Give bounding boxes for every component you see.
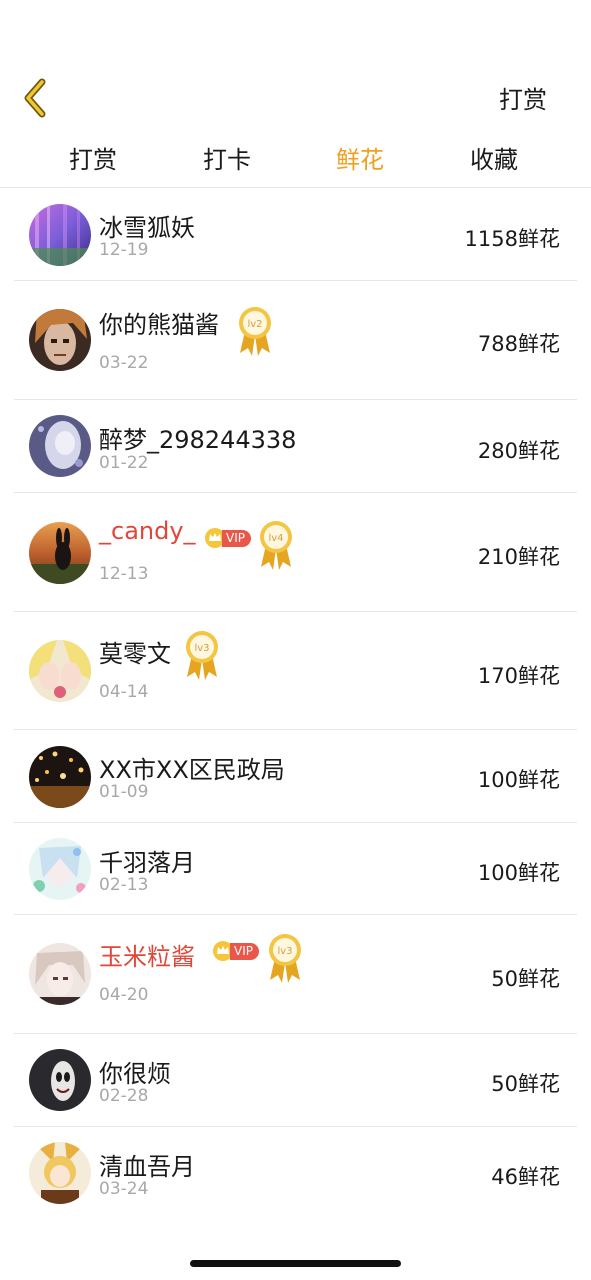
- list-item[interactable]: _candy_ VIP lv4 12-13 210鲜花: [0, 493, 591, 612]
- chevron-left-icon: [24, 78, 46, 118]
- level-medal-icon: lv4: [257, 519, 295, 571]
- flower-amount: 1158鲜花: [464, 227, 560, 251]
- tab-checkin[interactable]: 打卡: [203, 138, 251, 182]
- user-name: 清血吾月: [99, 1153, 195, 1181]
- avatar: [29, 522, 91, 584]
- header: 打赏 打赏 打卡 鲜花 收藏: [0, 0, 591, 188]
- user-name: _candy_: [99, 517, 196, 545]
- list-item[interactable]: 你很烦 02-28 50鲜花: [0, 1034, 591, 1127]
- avatar: [29, 415, 91, 477]
- flower-amount: 100鲜花: [477, 861, 560, 885]
- list-item[interactable]: 冰雪狐妖 12-19 1158鲜花: [0, 188, 591, 281]
- level-medal-icon: lv2: [236, 305, 274, 357]
- avatar: [29, 1142, 91, 1204]
- avatar: [29, 640, 91, 702]
- flower-amount: 50鲜花: [491, 967, 560, 991]
- flower-amount: 210鲜花: [477, 545, 560, 569]
- flower-amount: 788鲜花: [477, 332, 560, 356]
- date: 02-28: [99, 1086, 149, 1106]
- vip-label: VIP: [222, 529, 251, 547]
- avatar: [29, 309, 91, 371]
- flower-amount: 100鲜花: [477, 768, 560, 792]
- user-name: 醉梦_298244338: [99, 426, 297, 454]
- date: 12-13: [99, 564, 149, 584]
- vip-badge: VIP: [212, 941, 259, 961]
- flower-amount: 170鲜花: [477, 664, 560, 688]
- user-name: 冰雪狐妖: [99, 214, 195, 242]
- tab-favorites[interactable]: 收藏: [470, 138, 518, 182]
- date: 04-14: [99, 682, 149, 702]
- user-name: 千羽落月: [99, 849, 195, 877]
- date: 04-20: [99, 985, 149, 1005]
- avatar: [29, 943, 91, 1005]
- vip-badge: VIP: [204, 528, 251, 548]
- date: 01-22: [99, 453, 149, 473]
- tab-bar: 打赏 打卡 鲜花 收藏: [0, 138, 591, 188]
- svg-text:lv3: lv3: [277, 946, 292, 957]
- date: 12-19: [99, 240, 149, 260]
- user-name: XX市XX区民政局: [99, 756, 285, 784]
- user-name: 你的熊猫酱: [99, 311, 219, 339]
- svg-text:lv4: lv4: [268, 533, 283, 544]
- avatar: [29, 1049, 91, 1111]
- avatar: [29, 838, 91, 900]
- date: 02-13: [99, 875, 149, 895]
- list-item[interactable]: 醉梦_298244338 01-22 280鲜花: [0, 400, 591, 493]
- list-item[interactable]: XX市XX区民政局 01-09 100鲜花: [0, 730, 591, 823]
- tab-reward[interactable]: 打赏: [69, 138, 117, 182]
- svg-text:lv3: lv3: [194, 643, 209, 654]
- home-indicator: [190, 1260, 401, 1267]
- flower-amount: 50鲜花: [491, 1072, 560, 1096]
- vip-label: VIP: [230, 942, 259, 960]
- date: 03-24: [99, 1179, 149, 1199]
- back-button[interactable]: [18, 76, 58, 120]
- avatar: [29, 204, 91, 266]
- tab-flowers[interactable]: 鲜花: [336, 138, 384, 182]
- user-name: 你很烦: [99, 1060, 171, 1088]
- user-name: 莫零文: [99, 640, 171, 668]
- flower-amount: 46鲜花: [491, 1165, 560, 1189]
- reward-action-button[interactable]: 打赏: [499, 80, 547, 115]
- list-item[interactable]: 莫零文 lv3 04-14 170鲜花: [0, 612, 591, 730]
- avatar: [29, 746, 91, 808]
- list-item[interactable]: 清血吾月 03-24 46鲜花: [0, 1127, 591, 1220]
- flower-amount: 280鲜花: [477, 439, 560, 463]
- list-item[interactable]: 玉米粒酱 VIP lv3 04-20 50鲜花: [0, 915, 591, 1034]
- list-item[interactable]: 你的熊猫酱 lv2 03-22 788鲜花: [0, 281, 591, 400]
- user-name: 玉米粒酱: [99, 943, 195, 971]
- list-item[interactable]: 千羽落月 02-13 100鲜花: [0, 823, 591, 915]
- date: 01-09: [99, 782, 149, 802]
- date: 03-22: [99, 353, 149, 373]
- level-medal-icon: lv3: [183, 629, 221, 681]
- level-medal-icon: lv3: [266, 932, 304, 984]
- svg-text:lv2: lv2: [247, 319, 262, 330]
